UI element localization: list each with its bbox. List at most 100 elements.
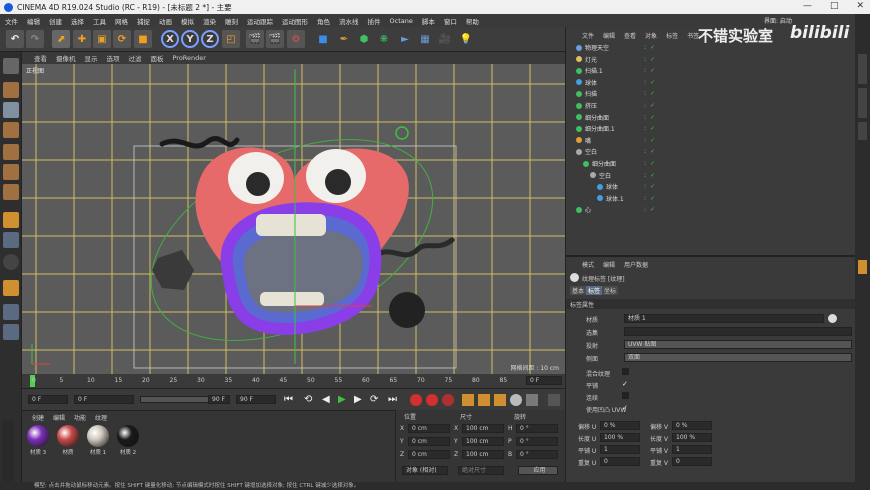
side-select[interactable]: 双面	[624, 353, 852, 362]
attribute-menu-item[interactable]: 模式	[582, 260, 594, 269]
undo-button[interactable]: ↶	[6, 30, 24, 48]
next-key-button[interactable]: ⟳	[370, 394, 378, 405]
key-scale-button[interactable]	[478, 394, 490, 406]
mix-checkbox[interactable]	[622, 368, 629, 375]
light-button[interactable]: 💡	[457, 30, 475, 48]
viewport-menu-item[interactable]: 显示	[85, 53, 98, 63]
menu-item[interactable]: 帮助	[466, 16, 479, 26]
end-frame-field[interactable]: 90 F	[236, 395, 276, 404]
menu-item[interactable]: 编辑	[27, 16, 40, 26]
camera-button[interactable]: 🎥	[436, 30, 454, 48]
seamless-checkbox[interactable]	[622, 392, 629, 399]
tiles-u-field[interactable]: 1	[600, 445, 640, 454]
object-menu-item[interactable]: 文件	[582, 31, 594, 40]
visibility-icon[interactable]: :	[644, 195, 646, 202]
menu-item[interactable]: 文件	[5, 16, 18, 26]
size-field[interactable]: 100 cm	[462, 450, 504, 459]
menu-item[interactable]: 模拟	[181, 16, 194, 26]
visibility-icon[interactable]: :	[644, 183, 646, 190]
visibility-icon[interactable]: :	[644, 44, 646, 51]
material-preview[interactable]	[87, 425, 109, 447]
rotation-field[interactable]: 0 °	[516, 450, 558, 459]
rotate-tool-button[interactable]: ⟳	[113, 30, 131, 48]
render-picture-button[interactable]: 🎬	[266, 30, 284, 48]
scale-tool-button[interactable]: ▣	[93, 30, 111, 48]
timeline-frame[interactable]: 0 F	[526, 376, 562, 385]
deformer-button[interactable]: ►	[396, 30, 414, 48]
offset-v-field[interactable]: 0 %	[672, 421, 712, 430]
selection-field[interactable]	[624, 327, 852, 336]
menu-item[interactable]: 窗口	[444, 16, 457, 26]
viewport[interactable]: 正视图 网格间距 : 10 cm	[22, 64, 565, 374]
menu-item[interactable]: 角色	[317, 16, 330, 26]
edges-mode-button[interactable]	[3, 164, 19, 180]
light-gizmo[interactable]	[395, 126, 409, 140]
uvw-checkbox[interactable]: ✓	[622, 404, 628, 412]
visibility-icon[interactable]: :	[644, 206, 646, 213]
repeat-v-field[interactable]: 0	[672, 457, 712, 466]
object-row[interactable]: 挤压: ✓	[570, 100, 852, 111]
enabled-check-icon[interactable]: ✓	[650, 160, 655, 167]
grid-button[interactable]	[3, 324, 19, 340]
material-menu-item[interactable]: 功能	[74, 413, 86, 422]
model-mode-button[interactable]	[3, 82, 19, 98]
timeline-menu-button[interactable]	[548, 394, 560, 406]
enabled-check-icon[interactable]: ✓	[650, 114, 655, 121]
autokey-button[interactable]	[426, 394, 438, 406]
visibility-icon[interactable]: :	[644, 79, 646, 86]
x-axis-button[interactable]: X	[161, 30, 179, 48]
menu-item[interactable]: 捕捉	[137, 16, 150, 26]
move-tool-button[interactable]: ✚	[73, 30, 91, 48]
visibility-icon[interactable]: :	[644, 67, 646, 74]
tile-checkbox[interactable]: ✓	[622, 380, 628, 388]
tab-basic[interactable]: 基本	[570, 286, 587, 295]
visibility-icon[interactable]: :	[644, 160, 646, 167]
size-mode-select[interactable]: 绝对尺寸	[458, 466, 504, 475]
visibility-icon[interactable]: :	[644, 148, 646, 155]
material-menu-item[interactable]: 编辑	[53, 413, 65, 422]
rotation-field[interactable]: 0 °	[516, 424, 558, 433]
current-frame-field[interactable]: 0 F	[74, 395, 134, 404]
recent-tool-button[interactable]: ■	[134, 30, 152, 48]
goto-end-button[interactable]: ⏭	[388, 394, 397, 405]
coord-mode-select[interactable]: 对象 (相对)	[402, 466, 448, 475]
visibility-icon[interactable]: :	[644, 90, 646, 97]
menu-item[interactable]: 流水线	[339, 16, 359, 26]
object-menu-item[interactable]: 标签	[666, 31, 678, 40]
material-menu-item[interactable]: 纹理	[95, 413, 107, 422]
menu-item[interactable]: 工具	[93, 16, 106, 26]
key-rotate-button[interactable]	[494, 394, 506, 406]
array-button[interactable]: ❋	[375, 30, 393, 48]
minimize-button[interactable]: —	[803, 1, 812, 11]
timeline[interactable]: 051015202530354045505560657075808590 0 F	[22, 374, 565, 388]
object-row[interactable]: 嘴: ✓	[570, 135, 852, 146]
object-row[interactable]: 扫描: ✓	[570, 88, 852, 99]
enabled-check-icon[interactable]: ✓	[650, 79, 655, 86]
floor-button[interactable]: ▦	[416, 30, 434, 48]
object-row[interactable]: 球体: ✓	[570, 181, 852, 192]
maximize-button[interactable]: □	[830, 1, 839, 11]
attribute-menu-item[interactable]: 编辑	[603, 260, 615, 269]
key-param-button[interactable]	[510, 394, 522, 406]
lock-workplane-button[interactable]	[3, 304, 19, 320]
object-row[interactable]: 灯光: ✓	[570, 54, 852, 65]
length-v-field[interactable]: 100 %	[672, 433, 712, 442]
menu-item[interactable]: 网格	[115, 16, 128, 26]
enabled-check-icon[interactable]: ✓	[650, 56, 655, 63]
prev-frame-button[interactable]: ◀	[322, 394, 330, 405]
tab-content-vertical[interactable]	[858, 88, 867, 118]
menu-item[interactable]: 运动跟踪	[247, 16, 273, 26]
render-settings-button[interactable]: ⚙	[287, 30, 305, 48]
rotation-field[interactable]: 0 °	[516, 437, 558, 446]
material-item[interactable]: 材质 2	[116, 425, 140, 456]
object-row[interactable]: 物理天空: ✓	[570, 42, 852, 53]
object-row[interactable]: 球体: ✓	[570, 77, 852, 88]
texture-mode-button[interactable]	[3, 102, 19, 118]
next-frame-button[interactable]: ▶	[354, 394, 362, 405]
menu-item[interactable]: 选择	[71, 16, 84, 26]
visibility-icon[interactable]: :	[644, 114, 646, 121]
play-button[interactable]: ▶	[338, 394, 346, 405]
tiles-v-field[interactable]: 1	[672, 445, 712, 454]
snap-button[interactable]	[3, 254, 19, 270]
menu-item[interactable]: 渲染	[203, 16, 216, 26]
